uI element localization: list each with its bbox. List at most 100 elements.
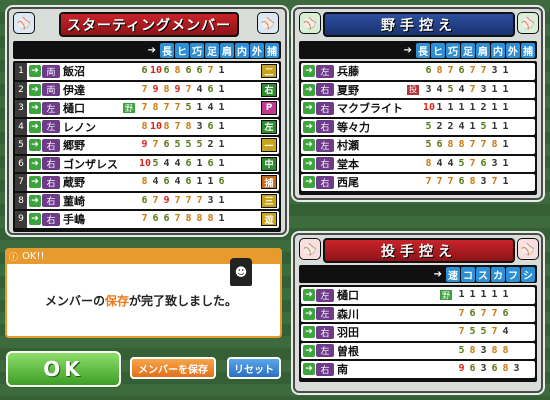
player-row[interactable]: ➔ 左兵藤 6 8 7 6 7 7 3 1 [301,63,535,80]
stat-value: 1 [218,83,225,95]
coach-avatar: ☻ [230,258,252,286]
player-row[interactable]: 7 ➔ 右蔵野 8 4 6 4 6 1 1 6 捕 [15,174,279,191]
player-name: 菫崎 [63,194,85,208]
stat-value: 8 [425,157,432,169]
handedness-badge: 左 [316,138,334,152]
player-row[interactable]: ➔ 左村瀬 5 6 8 8 7 7 8 1 [301,137,535,154]
player-row[interactable]: 2 ➔ 両伊達 7 9 8 9 7 4 6 1 右 [15,81,279,98]
stat-value: 3 [480,176,487,187]
player-stats: 11111 [456,288,511,302]
stat-value: 9 [174,83,181,95]
stat-value: 6 [436,139,443,150]
move-icon: ➔ [29,157,41,170]
stat-value: 10 [423,102,436,113]
stat-value: 5 [458,344,465,356]
stat-value: 6 [185,65,192,76]
position-badge[interactable]: P [261,101,277,115]
bench-panel: ⚾ 野手控え ⚾ ➔ 長ヒ巧足肩内外捕 ➔ 左兵藤 6 8 7 6 7 7 3 1 ➔ 右夏野投 3 4 5… [293,7,543,200]
handedness-badge: 右 [316,120,334,134]
player-stats: 76678881 [139,212,227,226]
position-badge[interactable]: 一 [261,138,277,152]
player-row[interactable]: ➔ 右堂本 8 4 4 5 7 6 3 1 [301,155,535,172]
player-row[interactable]: ➔ 右等々力 5 2 2 4 1 5 1 1 [301,118,535,135]
player-stats: 67977731 [139,194,227,208]
stat-value: 1 [502,102,509,113]
stat-value: 5 [480,120,487,132]
stat-value: 4 [163,157,170,169]
bench-header-col-0: 長 [416,42,430,58]
stat-value: 4 [458,83,465,95]
move-icon: ➔ [303,363,315,376]
stat-value: 1 [458,102,465,113]
stat-value: 10 [150,65,163,76]
player-row[interactable]: 1 ➔ 両飯沼 6 10 6 8 6 6 7 1 二 [15,63,279,80]
save-members-button[interactable]: メンバーを保存 [130,357,216,379]
stat-value: 1 [196,102,203,113]
pitchers-header-col-4: フ [506,266,520,282]
stat-value: 6 [480,157,487,169]
player-row[interactable]: ➔ 右夏野投 3 4 5 4 7 3 1 1 [301,81,535,98]
stat-value: 4 [458,120,465,132]
player-row[interactable]: 5 ➔ 右郷野 9 7 6 5 5 5 2 1 一 [15,137,279,154]
player-row[interactable]: ➔ 左森川 7 6 7 7 6 [301,305,535,322]
move-icon: ➔ [29,176,41,189]
stat-value: 2 [207,139,214,150]
player-row[interactable]: ➔ 左樋口野 1 1 1 1 1 [301,287,535,304]
position-badge[interactable]: 三 [261,193,277,208]
batting-order: 6 [15,155,27,172]
player-row[interactable]: 8 ➔ 右菫崎 6 7 9 7 7 7 3 1 三 [15,192,279,209]
stat-value: 7 [436,176,443,187]
player-row[interactable]: ➔ 右マクブライト 10 1 1 1 1 2 1 1 [301,100,535,117]
position-badge[interactable]: 右 [261,82,277,97]
ok-button[interactable]: OK [6,351,121,387]
player-row[interactable]: ➔ 右西尾 7 7 7 6 8 3 7 1 [301,174,535,191]
bench-header-col-2: 巧 [446,42,460,58]
position-badge[interactable]: 捕 [261,175,277,189]
stat-value: 1 [491,102,498,113]
stat-value: 1 [458,289,465,300]
player-name: 夏野 [337,83,359,97]
player-name: 森川 [337,307,359,321]
player-row[interactable]: ➔ 右羽田 7 5 5 7 4 [301,324,535,341]
stat-value: 9 [458,363,465,374]
player-row[interactable]: 9 ➔ 右手嶋 7 6 6 7 8 8 8 1 遊 [15,211,279,228]
handedness-badge: 右 [42,138,60,152]
stat-value: 4 [152,176,159,187]
stat-value: 7 [491,326,498,337]
player-row[interactable]: 4 ➔ 左レノン 8 10 8 7 8 3 6 1 左 [15,118,279,135]
handedness-badge: 右 [42,194,60,208]
stat-value: 4 [436,157,443,169]
stat-value: 1 [196,157,203,169]
player-row[interactable]: ➔ 右南 9 6 3 6 8 3 [301,361,535,378]
stat-value: 8 [174,65,181,76]
stat-value: 7 [185,83,192,95]
position-badge[interactable]: 二 [261,64,277,78]
handedness-badge: 左 [316,344,334,358]
stat-value: 7 [447,65,454,76]
player-row[interactable]: ➔ 左曽根 5 8 3 8 8 [301,342,535,359]
stat-value: 3 [425,83,432,95]
position-badge[interactable]: 左 [261,119,277,134]
position-badge[interactable]: 遊 [261,212,277,226]
info-icon: ⓘ [9,252,19,263]
stat-value: 3 [480,83,487,95]
stat-value: 6 [207,83,214,95]
player-row[interactable]: 3 ➔ 左樋口野 7 8 7 7 5 1 4 1 P [15,100,279,117]
stat-value: 3 [196,120,203,132]
stat-value: 6 [207,157,214,169]
batting-order: 9 [15,211,27,228]
player-stats: 6 10 6 8 6 6 7 1 [139,64,227,78]
move-icon: ➔ [29,102,41,115]
stat-value: 7 [458,307,465,319]
reset-button[interactable]: リセット [227,357,281,379]
bench-header-col-5: 内 [491,42,505,58]
stat-value: 3 [491,65,498,76]
handedness-badge: 右 [316,362,334,376]
starting-lineup-panel: ⚾ スターティングメンバー ⚾ ➔ 長ヒ巧足肩内外捕 1 ➔ 両飯沼 6 10 6 8 6 6 7… [7,7,287,235]
dual-role-badge: 野 [122,102,136,114]
stat-value: 5 [425,139,432,150]
player-row[interactable]: 6 ➔ 右ゴンザレス 10 5 4 4 6 1 6 1 中 [15,155,279,172]
stat-value: 7 [174,213,181,224]
position-badge[interactable]: 中 [261,156,277,171]
player-stats: 52241511 [423,120,511,134]
